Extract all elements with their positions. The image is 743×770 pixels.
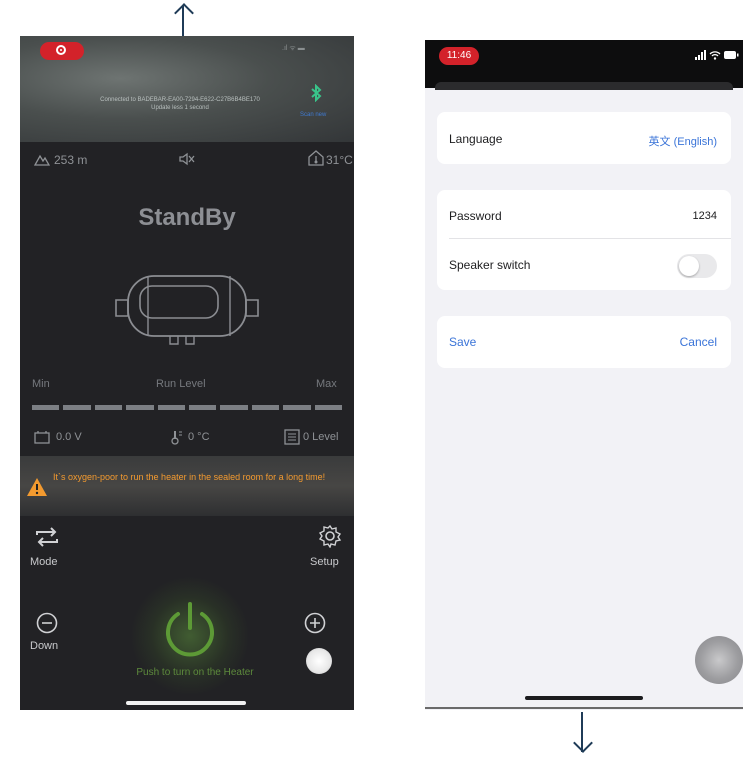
run-level-segment: [32, 405, 60, 410]
scan-new-link[interactable]: Scan new: [300, 112, 326, 118]
run-level-segment: [126, 405, 154, 410]
run-level-segment: [314, 405, 342, 410]
run-level-label: Run Level: [156, 378, 206, 390]
connection-status: Connected to BADEBAR-EA00-7294-E622-C27B…: [60, 96, 300, 112]
assistive-touch-button[interactable]: [695, 636, 743, 684]
save-button[interactable]: Save: [449, 335, 476, 349]
heater-status-title: StandBy: [138, 204, 236, 231]
down-button[interactable]: Down: [30, 612, 70, 662]
status-icons: [695, 49, 739, 61]
warning-icon: [26, 477, 48, 497]
heater-illustration: [106, 266, 266, 346]
run-level-segment: [251, 405, 280, 410]
scroll-up-arrow-head: [174, 3, 194, 23]
battery-icon: [34, 430, 50, 444]
password-value[interactable]: 1234: [693, 210, 717, 222]
screen-bottom-edge: [425, 707, 743, 709]
connection-update: Update less 1 second: [151, 105, 209, 111]
warning-text: It`s oxygen-poor to run the heater in th…: [53, 472, 326, 482]
up-button[interactable]: [304, 612, 326, 634]
power-button[interactable]: [156, 596, 224, 664]
run-level-segment: [189, 405, 217, 410]
run-level-min: Min: [32, 378, 50, 390]
scroll-down-arrow-head: [573, 733, 593, 753]
home-indicator[interactable]: [126, 701, 246, 705]
down-label: Down: [30, 640, 59, 652]
thermometer-icon: [170, 429, 184, 445]
altitude-icon: [34, 152, 50, 166]
settings-screen: 11:46 Language 英文 (English) Password 123…: [425, 40, 743, 710]
heater-app-screen: .ıl ᯤ ▬ Connected to BADEBAR-EA00-7294-E…: [20, 36, 354, 710]
status-icons: .ıl ᯤ ▬: [282, 45, 305, 52]
warning-banner: [20, 456, 354, 516]
voltage-value: 0.0 V: [56, 431, 82, 443]
password-label: Password: [449, 209, 502, 223]
divider: [449, 238, 731, 239]
connection-device: Connected to BADEBAR-EA00-7294-E622-C27B…: [100, 97, 260, 103]
cancel-button[interactable]: Cancel: [680, 335, 717, 349]
setup-label: Setup: [310, 556, 339, 568]
power-icon: [166, 602, 214, 657]
setup-button[interactable]: Setup: [310, 522, 350, 572]
run-level-segment: [94, 405, 123, 410]
settings-sheet: Language 英文 (English) Password 1234 Spea…: [425, 90, 743, 710]
language-label: Language: [449, 132, 503, 146]
mode-icon: [34, 524, 60, 550]
minus-circle-icon: [36, 612, 58, 634]
bluetooth-icon[interactable]: [310, 84, 322, 102]
status-time[interactable]: 11:46: [439, 47, 479, 65]
toggle-knob: [679, 256, 699, 276]
level-icon: [284, 429, 300, 445]
heater-temp-value: 0 °C: [188, 431, 210, 443]
gear-icon: [318, 524, 342, 548]
run-level-max: Max: [316, 378, 337, 390]
altitude-value: 253 m: [54, 153, 88, 167]
push-to-turn-on-text: Push to turn on the Heater: [136, 667, 254, 678]
mode-label: Mode: [30, 556, 58, 568]
home-indicator[interactable]: [525, 696, 643, 700]
run-level-segment: [157, 405, 185, 410]
assistive-touch-button[interactable]: [306, 648, 332, 674]
run-level-segment: [283, 405, 311, 410]
language-value[interactable]: 英文 (English): [649, 133, 717, 149]
home-temp-icon: [308, 150, 324, 166]
speaker-switch-label: Speaker switch: [449, 258, 531, 272]
mute-icon[interactable]: [178, 152, 196, 166]
mode-button[interactable]: Mode: [30, 522, 70, 572]
plus-circle-icon: [304, 612, 326, 634]
run-level-segment: [220, 405, 248, 410]
outside-temp-value: 31°C: [326, 153, 353, 167]
level-value: 0 Level: [303, 431, 339, 443]
screen-recording-indicator[interactable]: [40, 42, 84, 60]
run-level-segment: [63, 405, 91, 410]
speaker-switch-toggle[interactable]: [677, 254, 717, 278]
